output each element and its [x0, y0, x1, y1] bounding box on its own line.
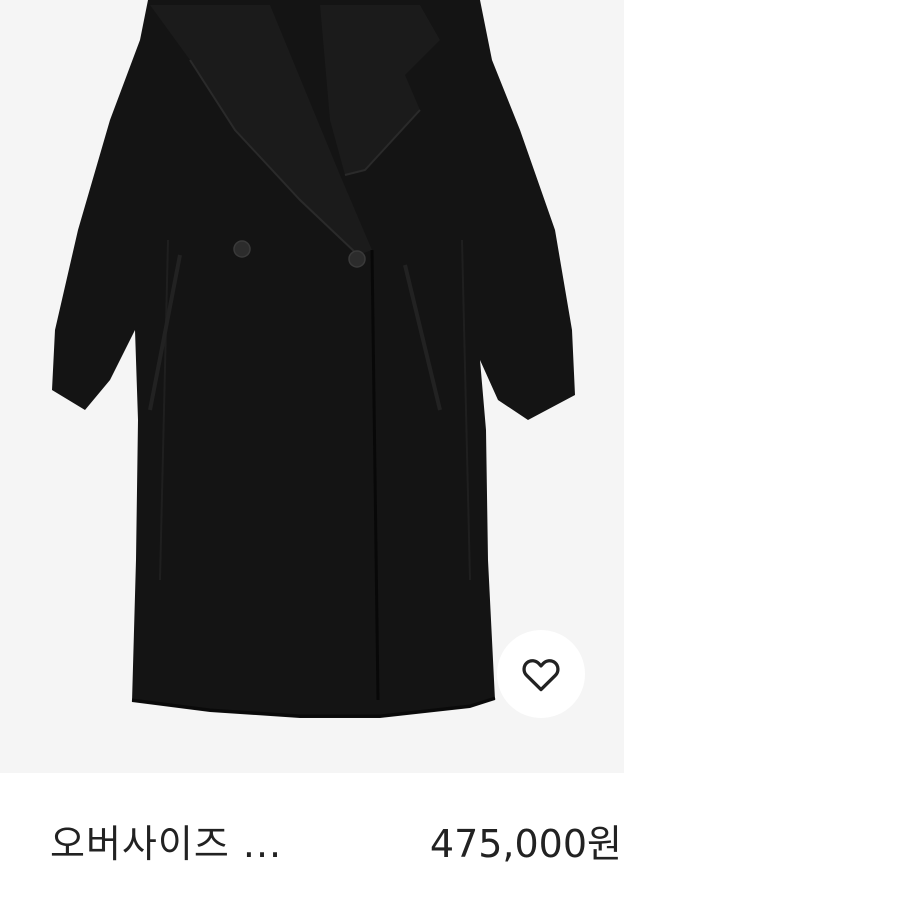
product-card[interactable]: 오버사이즈 ... 475,000원: [0, 0, 624, 908]
product-info: 오버사이즈 ... 475,000원: [0, 773, 624, 908]
wishlist-button[interactable]: [497, 630, 585, 718]
heart-outline-icon: [522, 659, 560, 692]
product-listing-page: 오버사이즈 ... 475,000원: [0, 0, 908, 908]
product-title[interactable]: 오버사이즈 ...: [50, 813, 282, 868]
product-price: 475,000원: [429, 822, 622, 866]
product-image-area[interactable]: [0, 0, 624, 773]
